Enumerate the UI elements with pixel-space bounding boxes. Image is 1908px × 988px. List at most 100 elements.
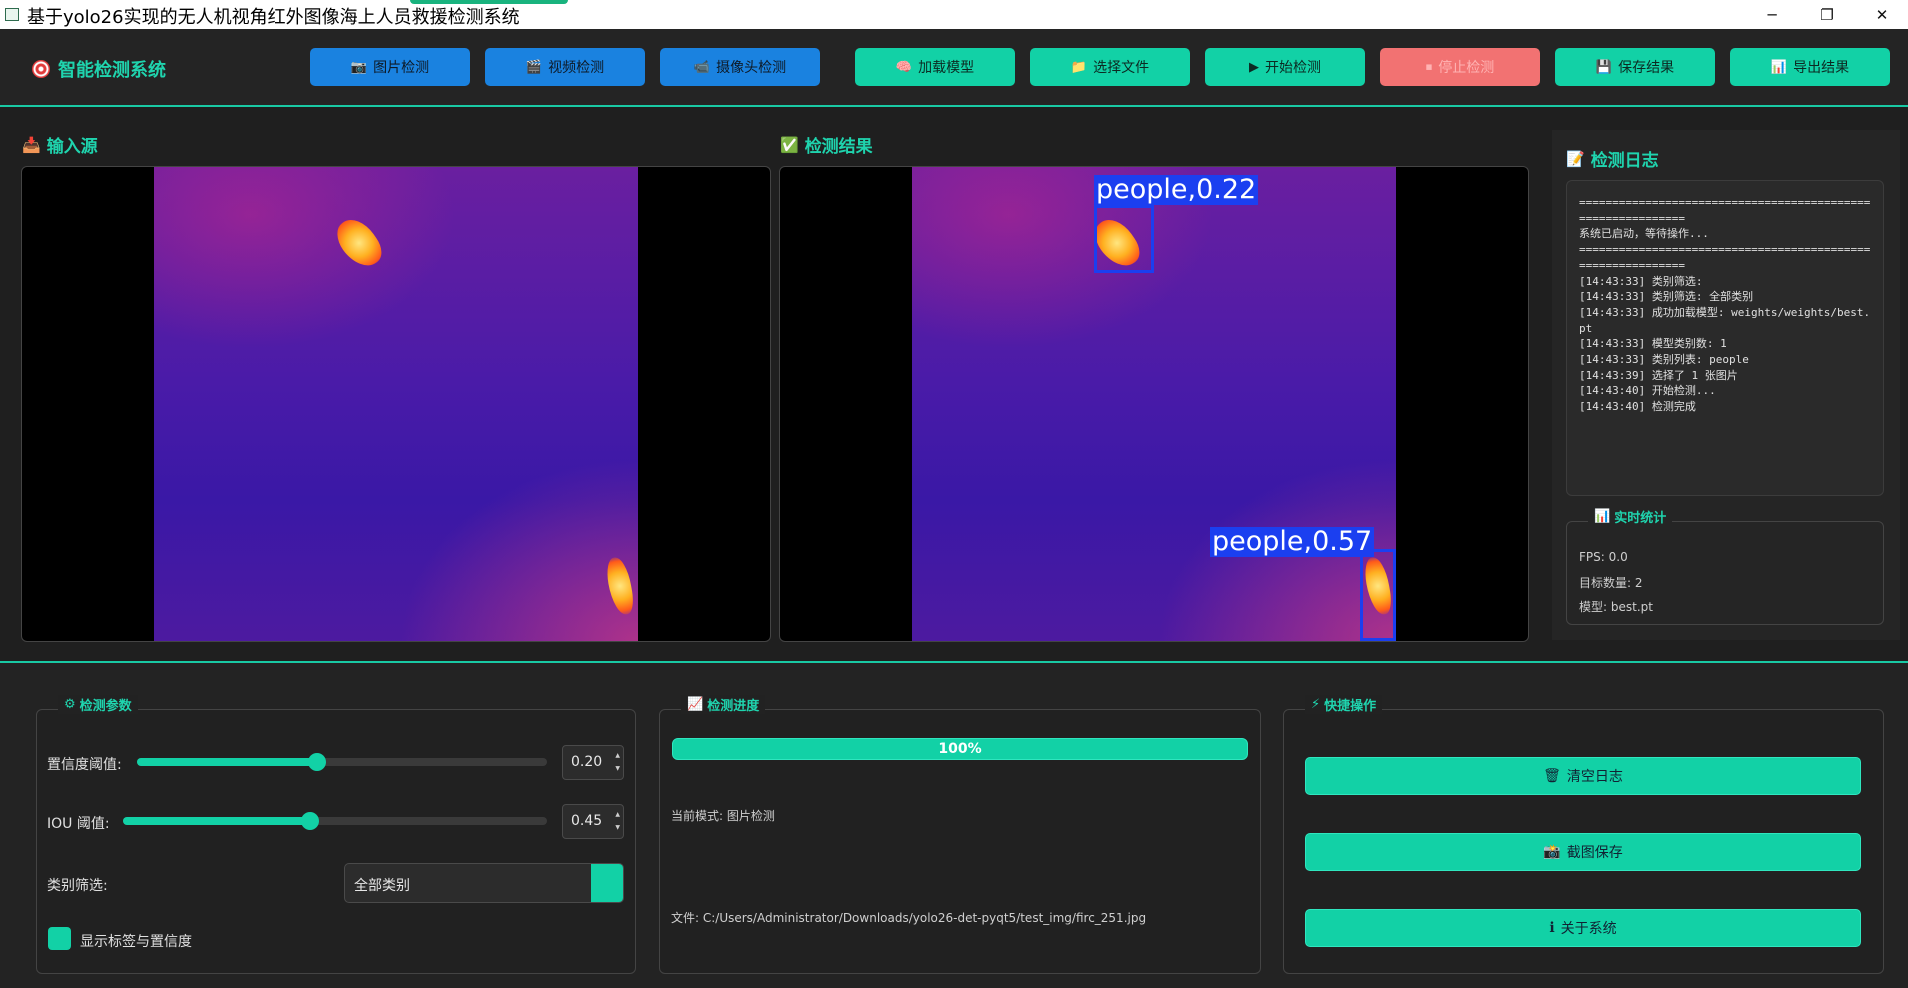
detection-label: people,0.57 bbox=[1210, 526, 1375, 557]
person-heat-signature bbox=[330, 211, 388, 275]
maximize-button[interactable]: ❐ bbox=[1804, 0, 1850, 29]
iou-slider-fill bbox=[123, 817, 310, 825]
about-label: 关于系统 bbox=[1560, 921, 1617, 937]
log-panel-title-text: 检测日志 bbox=[1590, 151, 1659, 171]
image-detect-label: 图片检测 bbox=[373, 60, 430, 76]
quick-actions-title-text: 快捷操作 bbox=[1324, 699, 1377, 714]
minimize-button[interactable]: ─ bbox=[1749, 0, 1795, 29]
screenshot-save-label: 截图保存 bbox=[1566, 845, 1623, 861]
export-result-label: 导出结果 bbox=[1793, 60, 1850, 76]
floppy-icon: 💾 bbox=[1595, 59, 1613, 75]
target-count-readout: 目标数量: 2 bbox=[1579, 576, 1643, 590]
show-labels-label[interactable]: 显示标签与置信度 bbox=[80, 931, 192, 951]
load-model-label: 加载模型 bbox=[918, 60, 975, 76]
log-textarea[interactable]: ========================================… bbox=[1566, 180, 1884, 496]
select-file-button[interactable]: 📁 选择文件 bbox=[1030, 48, 1190, 86]
app-icon bbox=[5, 8, 19, 21]
class-filter-value: 全部类别 bbox=[354, 878, 410, 894]
memo-icon: 📝 bbox=[1566, 149, 1585, 168]
window-titlebar: 基于yolo26实现的无人机视角红外图像海上人员救援检测系统 ─ ❐ ✕ bbox=[0, 0, 1908, 29]
iou-slider-handle[interactable] bbox=[300, 812, 319, 830]
main-toolbar: 智能检测系统 📷 图片检测 🎬 视频检测 📹 摄像头检测 🧠 加载模型 📁 选择文件 ▶ 开… bbox=[0, 29, 1908, 107]
select-file-label: 选择文件 bbox=[1093, 60, 1150, 76]
clapper-icon: 🎬 bbox=[525, 59, 543, 75]
input-thermal-image bbox=[154, 167, 638, 641]
current-mode-text: 当前模式: 图片检测 bbox=[671, 809, 775, 823]
log-line: ========================================… bbox=[1579, 196, 1871, 225]
detection-progress-bar: 100% bbox=[672, 738, 1248, 760]
info-icon: ℹ bbox=[1549, 920, 1555, 936]
input-panel-title: 📥 输入源 bbox=[22, 132, 98, 158]
confidence-slider[interactable] bbox=[137, 753, 547, 771]
title-accent-bar bbox=[410, 0, 568, 4]
screenshot-save-button[interactable]: 📸 截图保存 bbox=[1305, 833, 1861, 871]
input-panel-title-text: 输入源 bbox=[46, 137, 98, 157]
load-model-button[interactable]: 🧠 加载模型 bbox=[855, 48, 1015, 86]
folder-icon: 📁 bbox=[1070, 59, 1088, 75]
result-panel-title: ✅ 检测结果 bbox=[780, 132, 873, 158]
stats-title-text: 实时统计 bbox=[1614, 511, 1667, 526]
brand-label: 智能检测系统 bbox=[58, 60, 166, 81]
detection-box bbox=[1094, 205, 1154, 273]
model-readout: 模型: best.pt bbox=[1579, 600, 1653, 614]
camera-detect-label: 摄像头检测 bbox=[716, 60, 787, 76]
confidence-value: 0.20 bbox=[571, 754, 603, 770]
stats-title: 📊 实时统计 bbox=[1588, 507, 1673, 526]
inbox-icon: 📥 bbox=[22, 135, 41, 154]
spin-arrows-icon[interactable]: ▲ ▼ bbox=[615, 749, 620, 775]
brain-icon: 🧠 bbox=[895, 59, 913, 75]
current-file-text: 文件: C:/Users/Administrator/Downloads/yol… bbox=[671, 911, 1147, 925]
confidence-spinbox[interactable]: 0.20 ▲ ▼ bbox=[562, 745, 624, 780]
person-heat-signature bbox=[604, 555, 636, 617]
progress-title: 📈 检测进度 bbox=[681, 695, 766, 714]
stop-detect-button[interactable]: ⏹ 停止检测 bbox=[1380, 48, 1540, 86]
spin-arrows-icon[interactable]: ▲ ▼ bbox=[615, 808, 620, 834]
log-line: 系统已启动，等待操作... bbox=[1579, 227, 1709, 241]
target-icon bbox=[32, 60, 50, 78]
quick-actions-title: ⚡ 快捷操作 bbox=[1305, 695, 1383, 714]
camera-flash-icon: 📸 bbox=[1543, 844, 1561, 860]
about-button[interactable]: ℹ 关于系统 bbox=[1305, 909, 1861, 947]
close-button[interactable]: ✕ bbox=[1859, 0, 1905, 29]
log-panel-title: 📝 检测日志 bbox=[1566, 146, 1659, 172]
export-result-button[interactable]: 📊 导出结果 bbox=[1730, 48, 1890, 86]
clear-log-button[interactable]: 🗑 清空日志 bbox=[1305, 757, 1861, 795]
start-detect-button[interactable]: ▶ 开始检测 bbox=[1205, 48, 1365, 86]
confidence-label: 置信度阈值: bbox=[47, 757, 122, 773]
bar-chart-icon: 📊 bbox=[1594, 509, 1611, 524]
trend-icon: 📈 bbox=[687, 697, 704, 712]
check-icon: ✅ bbox=[780, 135, 799, 154]
input-image-view bbox=[21, 166, 771, 642]
video-detect-button[interactable]: 🎬 视频检测 bbox=[485, 48, 645, 86]
progress-percent: 100% bbox=[938, 741, 982, 757]
progress-title-text: 检测进度 bbox=[707, 699, 760, 714]
camera-icon: 📷 bbox=[350, 59, 368, 75]
iou-spinbox[interactable]: 0.45 ▲ ▼ bbox=[562, 804, 624, 839]
trash-icon: 🗑 bbox=[1543, 768, 1561, 784]
iou-value: 0.45 bbox=[571, 813, 603, 829]
log-line: [14:43:39] 选择了 1 张图片 bbox=[1579, 368, 1738, 382]
save-result-label: 保存结果 bbox=[1618, 60, 1675, 76]
show-labels-checkbox[interactable] bbox=[48, 927, 71, 950]
dropdown-arrow-icon[interactable] bbox=[591, 864, 623, 902]
image-detect-button[interactable]: 📷 图片检测 bbox=[310, 48, 470, 86]
chart-icon: 📊 bbox=[1770, 59, 1788, 75]
stop-icon: ⏹ bbox=[1425, 59, 1433, 75]
detection-label: people,0.22 bbox=[1094, 174, 1259, 205]
iou-label: IOU 阈值: bbox=[47, 816, 110, 832]
save-result-button[interactable]: 💾 保存结果 bbox=[1555, 48, 1715, 86]
params-title: ⚙ 检测参数 bbox=[58, 695, 138, 714]
start-detect-label: 开始检测 bbox=[1265, 60, 1321, 76]
window-title: 基于yolo26实现的无人机视角红外图像海上人员救援检测系统 bbox=[27, 7, 520, 28]
camera-detect-button[interactable]: 📹 摄像头检测 bbox=[660, 48, 820, 86]
brand: 智能检测系统 bbox=[32, 56, 166, 82]
class-filter-select[interactable]: 全部类别 bbox=[344, 863, 624, 903]
result-thermal-image: people,0.22 people,0.57 bbox=[912, 167, 1396, 641]
log-line: [14:43:33] 类别筛选: bbox=[1579, 274, 1703, 288]
webcam-icon: 📹 bbox=[693, 59, 711, 75]
log-line: [14:43:33] 类别列表: people bbox=[1579, 353, 1749, 367]
iou-slider[interactable] bbox=[123, 812, 547, 830]
class-filter-label: 类别筛选: bbox=[47, 878, 108, 894]
result-image-view: people,0.22 people,0.57 bbox=[779, 166, 1529, 642]
result-panel-title-text: 检测结果 bbox=[804, 137, 873, 157]
